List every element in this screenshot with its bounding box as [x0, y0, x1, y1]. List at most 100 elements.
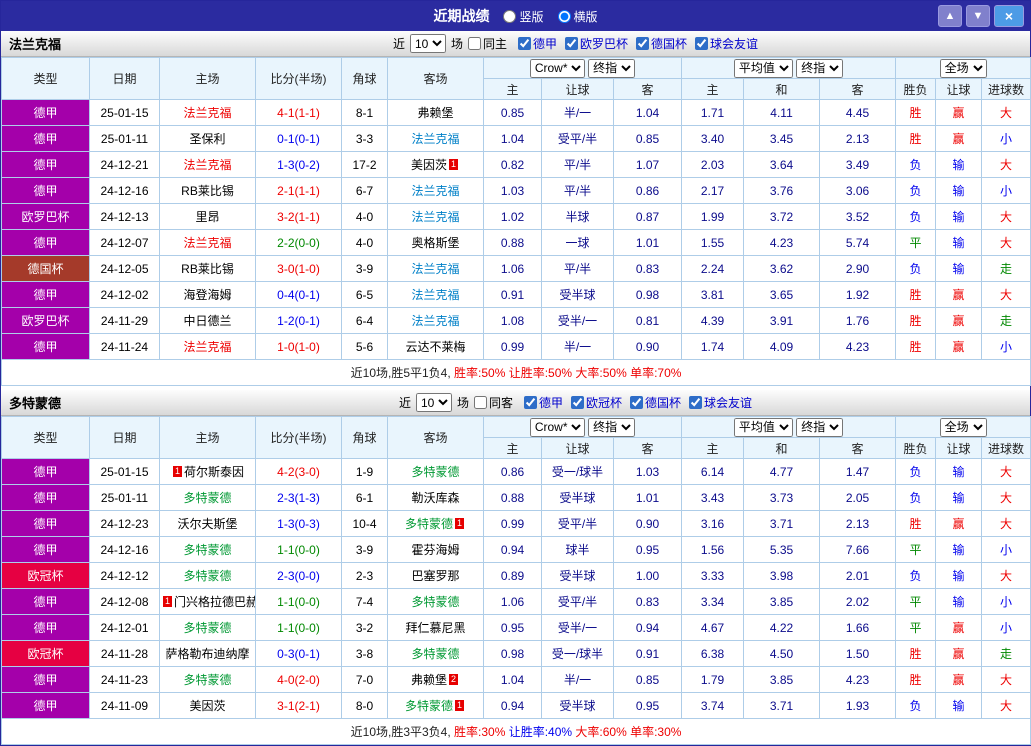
team-name: 门兴格拉德巴赫	[174, 595, 256, 609]
avg-home-odds: 3.74	[681, 692, 745, 719]
fulltime-select[interactable]: 全场	[939, 58, 987, 78]
competition-filter[interactable]: 欧冠杯	[571, 394, 622, 411]
home-team[interactable]: 美因茨	[159, 692, 256, 719]
competition-checkbox[interactable]	[636, 37, 650, 50]
match-date: 25-01-11	[89, 484, 160, 511]
away-team[interactable]: 法兰克福	[387, 281, 484, 308]
bookmaker-select[interactable]: Crow*	[529, 58, 585, 78]
window-controls: ▲ ▼ ×	[938, 5, 1024, 27]
team-name: 多特蒙德	[183, 621, 232, 635]
competition-checkbox[interactable]	[695, 37, 709, 50]
league-badge: 欧冠杯	[1, 562, 90, 589]
team-name: 法兰克福	[183, 106, 232, 120]
home-team[interactable]: 多特蒙德	[159, 484, 256, 511]
avg-away-odds: 3.49	[819, 151, 897, 178]
away-team[interactable]: 法兰克福	[387, 125, 484, 152]
move-down-button[interactable]: ▼	[966, 5, 990, 27]
team-name-heading: 多特蒙德	[9, 396, 62, 411]
away-team[interactable]: 法兰克福	[387, 203, 484, 230]
away-team[interactable]: 多特蒙德	[387, 640, 484, 667]
match-count-select[interactable]: 10	[409, 34, 446, 53]
home-team[interactable]: 中日德兰	[159, 307, 256, 334]
away-team[interactable]: 拜仁慕尼黑	[387, 614, 484, 641]
score: 2-3(0-0)	[255, 562, 342, 589]
same-venue-filter[interactable]: 同主	[467, 35, 507, 52]
away-team[interactable]: 法兰克福	[387, 255, 484, 282]
away-team[interactable]: 多特蒙德 1	[387, 510, 484, 537]
away-team[interactable]: 奥格斯堡	[387, 229, 484, 256]
competition-filter[interactable]: 德甲	[523, 394, 563, 411]
home-team[interactable]: 多特蒙德	[159, 614, 256, 641]
average-select[interactable]: 平均值	[733, 58, 793, 78]
avg-home-odds: 6.38	[681, 640, 745, 667]
home-team[interactable]: RB莱比锡	[159, 177, 256, 204]
home-team[interactable]: 法兰克福	[159, 229, 256, 256]
away-team[interactable]: 多特蒙德	[387, 458, 484, 485]
competition-filter[interactable]: 欧罗巴杯	[565, 35, 628, 52]
home-team[interactable]: 圣保利	[159, 125, 256, 152]
competition-filter[interactable]: 球会友谊	[689, 394, 752, 411]
away-team[interactable]: 多特蒙德	[387, 588, 484, 615]
home-team[interactable]: 萨格勒布迪纳摩	[159, 640, 256, 667]
layout-option-horizontal[interactable]: 横版	[557, 8, 598, 25]
home-team[interactable]: 海登海姆	[159, 281, 256, 308]
final-odds-select[interactable]: 终指	[588, 417, 636, 437]
away-team[interactable]: 法兰克福	[387, 177, 484, 204]
home-team[interactable]: 多特蒙德	[159, 562, 256, 589]
final-odds-select-2[interactable]: 终指	[796, 58, 844, 78]
average-select[interactable]: 平均值	[733, 417, 793, 437]
away-team[interactable]: 美因茨 1	[387, 151, 484, 178]
recent-label: 近	[392, 37, 405, 51]
vertical-layout-radio[interactable]	[503, 9, 517, 23]
team-name: 法兰克福	[411, 184, 460, 198]
home-team[interactable]: 1 门兴格拉德巴赫	[159, 588, 256, 615]
avg-home-odds: 3.43	[681, 484, 745, 511]
competition-filter[interactable]: 德国杯	[636, 35, 687, 52]
result-outcome: 胜	[895, 333, 937, 360]
competition-filter[interactable]: 德国杯	[630, 394, 681, 411]
home-team[interactable]: 法兰克福	[159, 333, 256, 360]
home-team[interactable]: 多特蒙德	[159, 666, 256, 693]
competition-checkbox[interactable]	[630, 396, 644, 409]
competition-checkbox[interactable]	[689, 396, 703, 409]
team-name: 法兰克福	[411, 132, 460, 146]
home-team[interactable]: 1 荷尔斯泰因	[159, 458, 256, 485]
avg-away-odds: 2.05	[819, 484, 897, 511]
away-team[interactable]: 云达不莱梅	[387, 333, 484, 360]
away-team[interactable]: 巴塞罗那	[387, 562, 484, 589]
away-team[interactable]: 法兰克福	[387, 307, 484, 334]
final-odds-select-2[interactable]: 终指	[796, 417, 844, 437]
away-team[interactable]: 多特蒙德 1	[387, 692, 484, 719]
same-venue-checkbox[interactable]	[473, 396, 487, 409]
competition-filter[interactable]: 球会友谊	[695, 35, 758, 52]
bookmaker-select[interactable]: Crow*	[529, 417, 585, 437]
away-team[interactable]: 霍芬海姆	[387, 536, 484, 563]
home-team[interactable]: 法兰克福	[159, 99, 256, 126]
horizontal-layout-radio[interactable]	[557, 9, 571, 23]
final-odds-select[interactable]: 终指	[588, 58, 636, 78]
match-count-select[interactable]: 10	[415, 393, 452, 412]
home-team[interactable]: 里昂	[159, 203, 256, 230]
layout-option-vertical[interactable]: 竖版	[503, 8, 544, 25]
home-team[interactable]: 沃尔夫斯堡	[159, 510, 256, 537]
red-card-badge: 1	[449, 159, 459, 170]
competition-checkbox[interactable]	[523, 396, 537, 409]
close-button[interactable]: ×	[994, 5, 1024, 27]
competition-checkbox[interactable]	[565, 37, 578, 50]
corners: 10-4	[341, 510, 388, 537]
same-venue-filter[interactable]: 同客	[473, 394, 513, 411]
same-venue-checkbox[interactable]	[467, 37, 481, 50]
away-team[interactable]: 弗赖堡	[387, 99, 484, 126]
home-team[interactable]: 多特蒙德	[159, 536, 256, 563]
away-team[interactable]: 弗赖堡 2	[387, 666, 484, 693]
summary-segment: 近10场,胜3平3负4,	[350, 725, 455, 739]
move-up-button[interactable]: ▲	[938, 5, 962, 27]
home-team[interactable]: RB莱比锡	[159, 255, 256, 282]
competition-checkbox[interactable]	[571, 396, 584, 409]
competition-checkbox[interactable]	[517, 37, 531, 50]
home-team[interactable]: 法兰克福	[159, 151, 256, 178]
competition-filter[interactable]: 德甲	[517, 35, 557, 52]
fulltime-select[interactable]: 全场	[939, 417, 987, 437]
match-row: 德甲 24-12-16 RB莱比锡 2-1(1-1) 6-7 法兰克福 1.03 平/半 0.8…	[1, 177, 1031, 204]
away-team[interactable]: 勒沃库森	[387, 484, 484, 511]
